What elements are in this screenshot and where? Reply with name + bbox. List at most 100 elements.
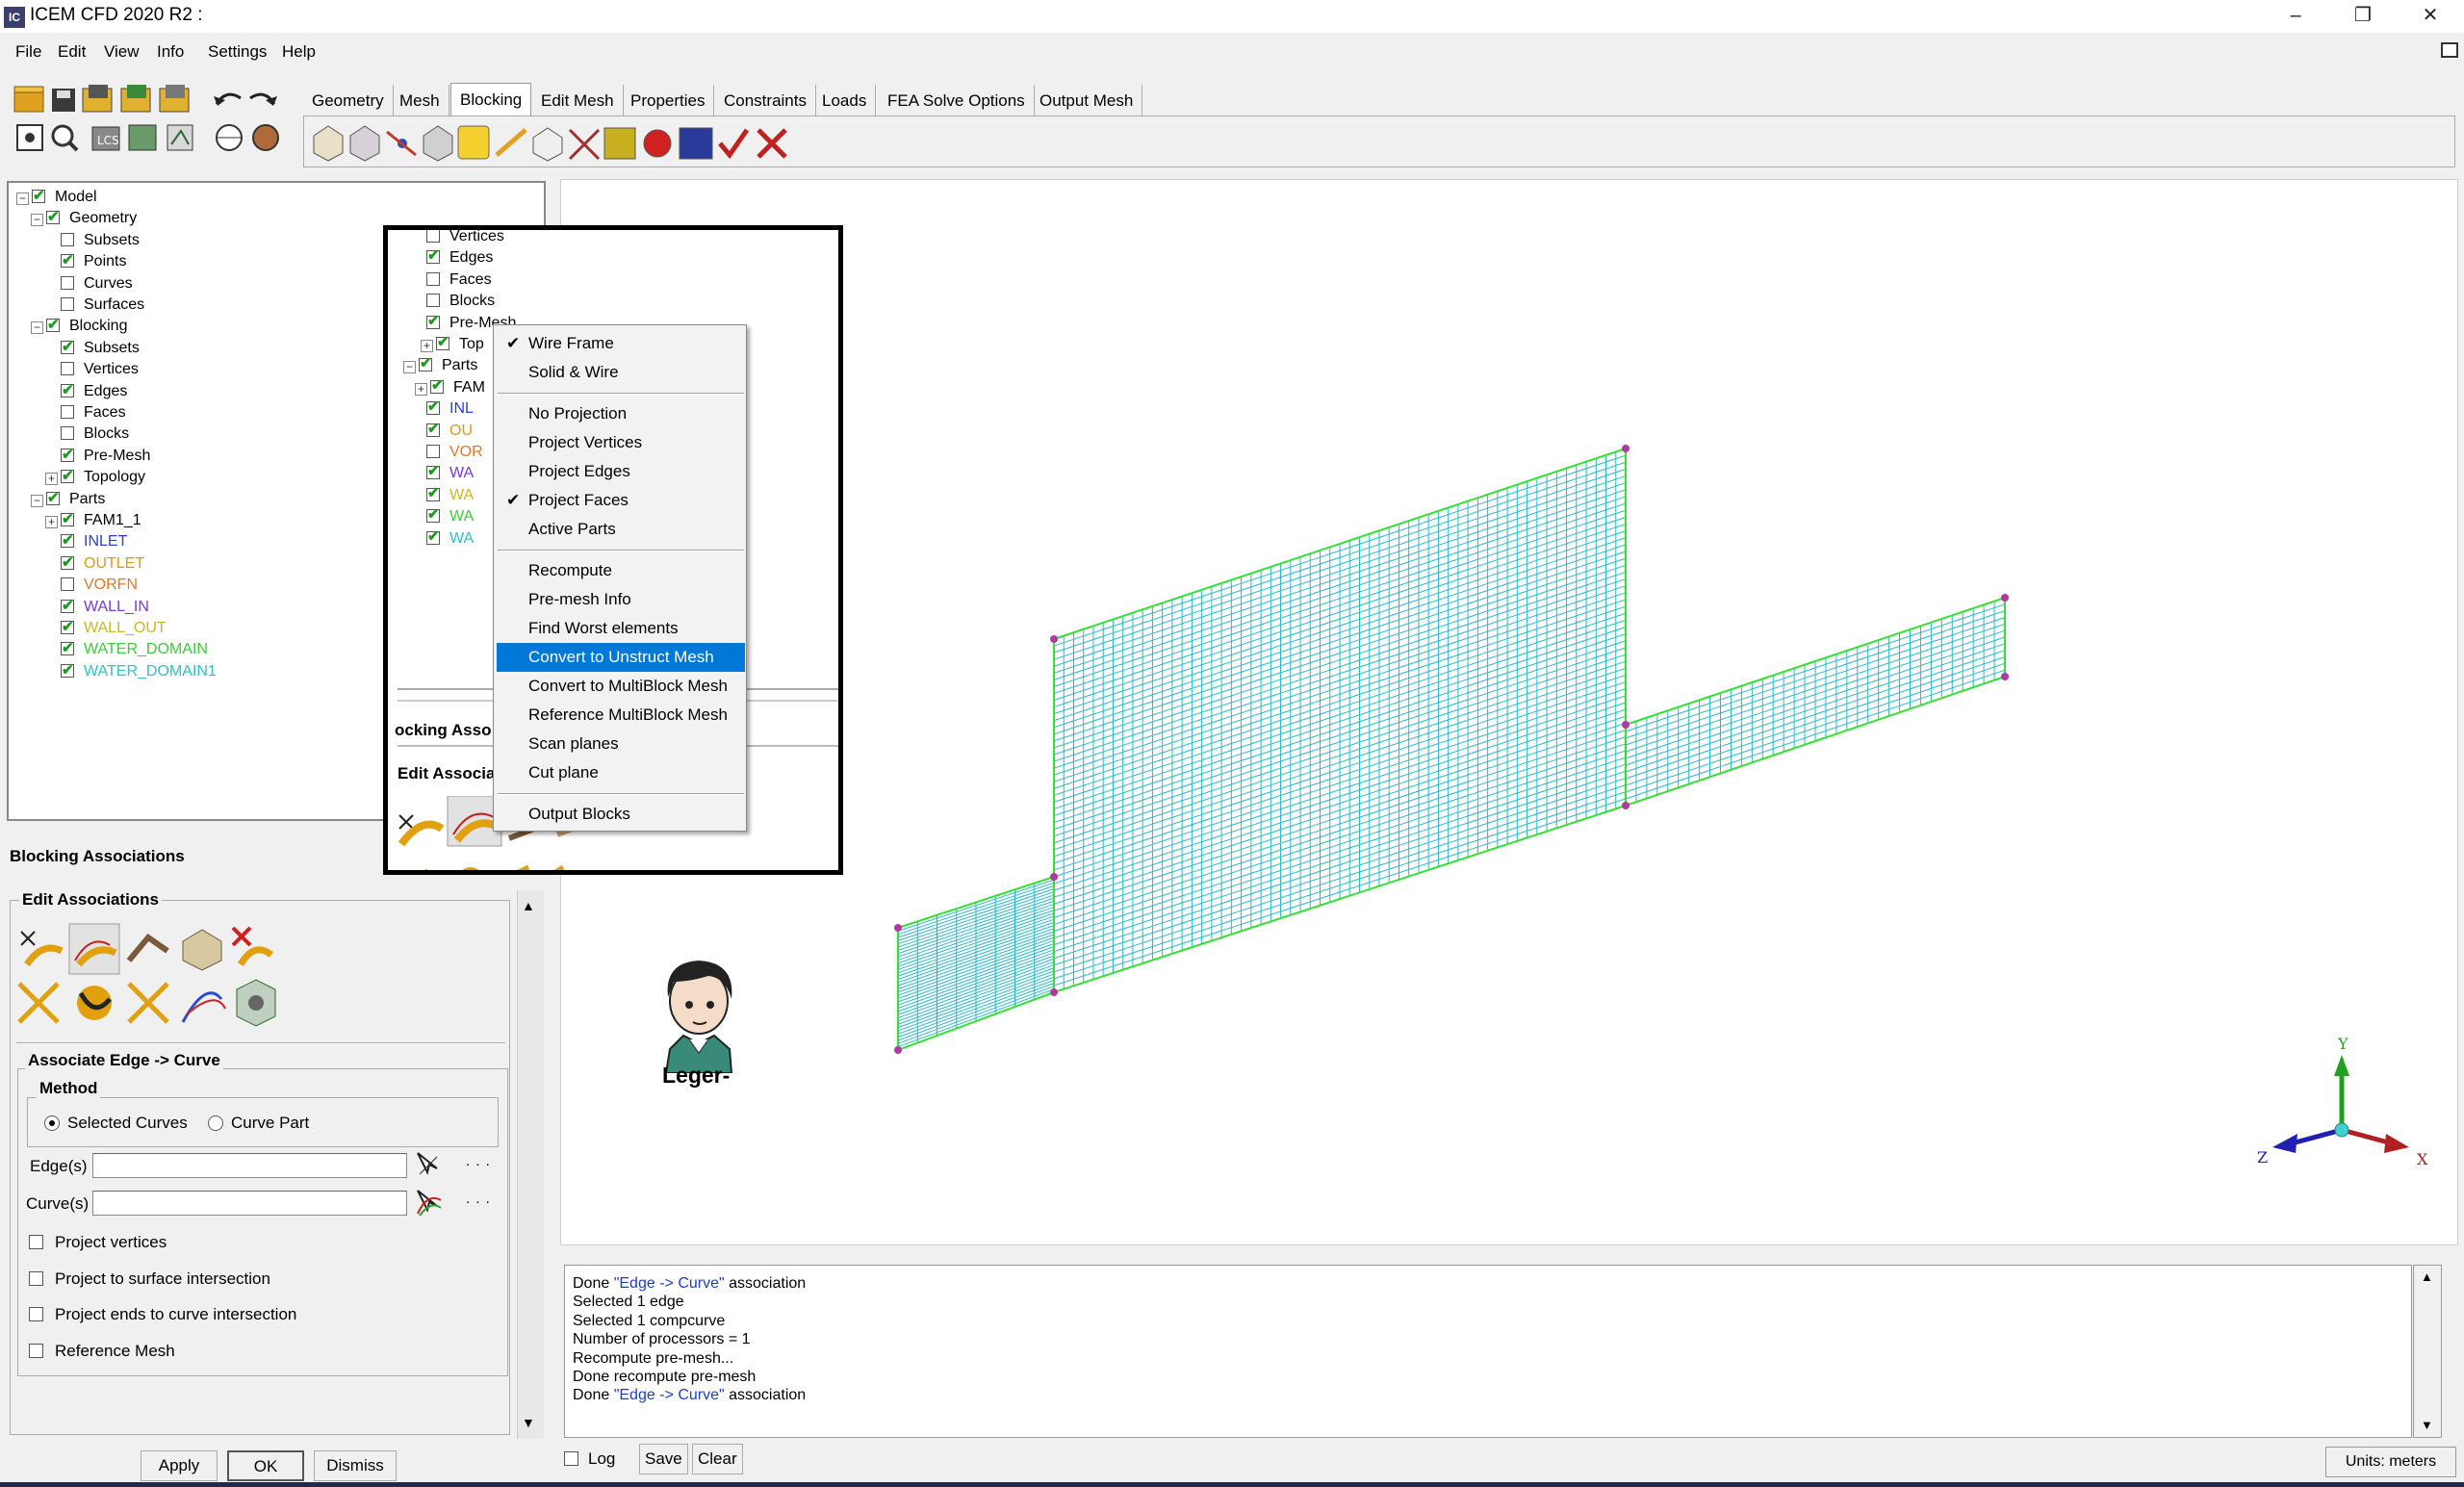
menu-item-scan-planes[interactable]: Scan planes (497, 730, 745, 758)
tree-item[interactable]: Pre-Mesh (45, 445, 150, 467)
tree-checkbox[interactable] (61, 660, 74, 681)
tree-item[interactable]: Vertices (45, 359, 139, 380)
reference-mesh-box[interactable] (29, 1344, 43, 1358)
tree-checkbox[interactable] (46, 488, 60, 509)
log-box[interactable] (564, 1451, 578, 1466)
project-ends-box[interactable] (29, 1307, 43, 1321)
menu-help[interactable]: Help (282, 42, 316, 62)
menu-item-solid-wire[interactable]: Solid & Wire (497, 358, 745, 387)
tree-checkbox[interactable] (61, 552, 74, 574)
edit-block-icon[interactable] (423, 125, 453, 162)
tree-checkbox[interactable] (61, 275, 74, 290)
tree-item[interactable]: VORFN (45, 575, 138, 596)
tab-geometry[interactable]: Geometry (303, 85, 394, 117)
console-scrollbar[interactable]: ▲ ▼ (2413, 1265, 2442, 1438)
tree-item[interactable]: Curves (45, 273, 133, 295)
graphics-viewport[interactable] (560, 179, 2458, 1245)
tree-checkbox[interactable] (61, 337, 74, 358)
tree-checkbox[interactable] (61, 362, 74, 376)
tree-checkbox[interactable] (61, 596, 74, 617)
project-surface-intersection-checkbox[interactable]: Project to surface intersection (29, 1269, 270, 1289)
tree-checkbox[interactable] (61, 232, 74, 246)
tree-checkbox[interactable] (61, 250, 74, 271)
scroll-down-icon[interactable]: ▼ (2421, 1418, 2433, 1432)
move-vertex-icon[interactable] (495, 128, 527, 157)
measure-icon[interactable]: LCS (91, 126, 120, 151)
tab-edit-mesh[interactable]: Edit Mesh (532, 85, 624, 117)
tree-item[interactable]: INLET (45, 530, 127, 552)
pre-mesh-smooth-icon[interactable] (679, 127, 713, 160)
tree-item[interactable]: Faces (45, 402, 126, 423)
tree-item[interactable]: Subsets (45, 230, 140, 251)
tree-item[interactable]: Blocks (45, 423, 129, 445)
wireframe-toggle-icon[interactable] (216, 124, 243, 151)
curves-field[interactable] (92, 1191, 407, 1216)
mesh-block-outlet[interactable] (1625, 596, 2006, 808)
open-icon[interactable] (13, 86, 44, 113)
auto-associate-icon[interactable] (236, 979, 276, 1027)
block-vertex[interactable] (1622, 802, 1630, 809)
tree-expander-icon[interactable]: − (31, 494, 43, 507)
create-block-icon[interactable] (313, 125, 344, 162)
tree-item[interactable]: − Blocking (31, 315, 127, 337)
tree-checkbox[interactable] (32, 186, 45, 207)
open-blocking-icon[interactable] (120, 85, 151, 113)
radio-curve-part[interactable]: Curve Part (208, 1114, 309, 1133)
check-blocks-icon[interactable] (718, 128, 750, 160)
tab-fea-solve-options[interactable]: FEA Solve Options (879, 85, 1035, 117)
project-vertices-checkbox[interactable]: Project vertices (29, 1233, 167, 1252)
tree-item[interactable]: WALL_OUT (45, 617, 167, 639)
scroll-up-icon[interactable]: ▲ (2421, 1269, 2433, 1284)
associate-icon[interactable] (457, 125, 490, 160)
menu-item-cut-plane[interactable]: Cut plane (497, 758, 745, 787)
block-vertex[interactable] (1050, 873, 1058, 881)
mesh-block-inlet[interactable] (897, 875, 1055, 1052)
menu-item-output-blocks[interactable]: Output Blocks (497, 800, 745, 829)
snap-project-vertices-icon[interactable] (127, 982, 169, 1024)
associate-edge-curve-icon[interactable] (68, 923, 120, 975)
group-curves-icon[interactable] (181, 991, 226, 1023)
tree-checkbox[interactable] (61, 297, 74, 311)
menu-item-no-projection[interactable]: No Projection (497, 399, 745, 428)
select-curves-icon[interactable] (414, 1187, 443, 1218)
menu-view[interactable]: View (104, 42, 140, 62)
menu-item-project-vertices[interactable]: Project Vertices (497, 428, 745, 457)
block-vertex[interactable] (1050, 635, 1058, 643)
message-console[interactable]: Done "Edge -> Curve" association Selected… (564, 1265, 2412, 1438)
block-vertex[interactable] (2001, 594, 2009, 602)
ok-button[interactable]: OK (227, 1450, 304, 1481)
menu-item-recompute[interactable]: Recompute (497, 556, 745, 585)
tree-expander-icon[interactable]: + (45, 516, 58, 528)
menu-file[interactable]: File (15, 42, 41, 62)
block-vertex[interactable] (1622, 721, 1630, 729)
menu-edit[interactable]: Edit (58, 42, 86, 62)
menu-info[interactable]: Info (157, 42, 184, 62)
menu-item-project-faces[interactable]: ✔ Project Faces (497, 486, 745, 515)
tree-checkbox[interactable] (61, 405, 74, 419)
pre-mesh-params-icon[interactable] (603, 127, 636, 160)
tree-item[interactable]: WATER_DOMAIN1 (45, 660, 217, 682)
associate-edge-surface-icon[interactable] (123, 924, 173, 974)
log-checkbox[interactable]: Log (564, 1449, 615, 1469)
radio-selected-curves-dot[interactable] (44, 1115, 60, 1131)
edit-edge-icon[interactable] (568, 128, 601, 161)
tree-item[interactable]: WATER_DOMAIN (45, 638, 208, 660)
curves-more-button[interactable]: . . . (466, 1191, 491, 1207)
tree-expander-icon[interactable]: + (45, 473, 58, 486)
tree-item[interactable]: + Topology (45, 466, 145, 488)
pre-mesh-quality-icon[interactable] (643, 129, 672, 158)
block-vertex[interactable] (2001, 673, 2009, 680)
open-mesh-icon[interactable] (159, 85, 190, 113)
radio-curve-part-dot[interactable] (208, 1115, 223, 1131)
tree-item[interactable]: − Parts (31, 488, 105, 510)
project-surface-intersection-box[interactable] (29, 1271, 43, 1286)
tree-expander-icon[interactable]: − (16, 192, 29, 205)
select-edges-icon[interactable] (414, 1149, 441, 1178)
zoom-box-icon[interactable] (51, 124, 79, 152)
undo-icon[interactable] (214, 92, 242, 106)
tree-checkbox[interactable] (61, 638, 74, 659)
block-vertex[interactable] (1050, 988, 1058, 996)
entity-display-icon[interactable] (128, 124, 157, 151)
tree-expander-icon[interactable]: − (31, 321, 43, 335)
tab-loads[interactable]: Loads (813, 85, 877, 117)
